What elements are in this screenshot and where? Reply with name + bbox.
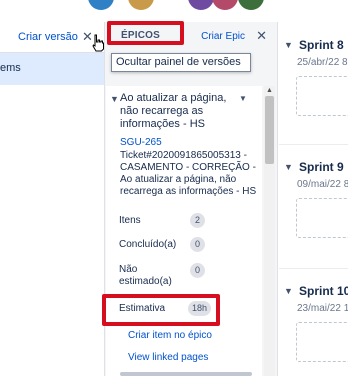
avatar[interactable] — [128, 0, 154, 10]
view-linked-pages-link[interactable]: View linked pages — [128, 352, 208, 363]
sprint-drop-zone[interactable] — [296, 76, 348, 116]
epic-menu-icon[interactable]: ▼ — [239, 94, 247, 103]
sprint-drop-zone[interactable] — [296, 198, 348, 238]
sprint-name: Sprint 8 — [299, 38, 344, 52]
stat-done-count: 0 — [190, 237, 205, 252]
sprint-date: 23/mai/22 1 — [297, 303, 348, 314]
close-epics-panel-icon[interactable]: ✕ — [256, 28, 267, 44]
avatar[interactable] — [212, 0, 238, 10]
avatar[interactable] — [188, 0, 214, 10]
epic-title: Ao atualizar a página, não recarrega as … — [120, 92, 227, 130]
highlight-box-epics-tab — [107, 21, 184, 45]
stat-items-count: 2 — [190, 213, 205, 228]
sprint-date: 25/abr/22 8 — [297, 57, 348, 68]
create-version-link[interactable]: Criar versão — [18, 31, 78, 43]
epic-key-link[interactable]: SGU-265 — [120, 137, 162, 148]
tooltip: Ocultar painel de versões — [111, 53, 251, 72]
version-list-item-label: ems — [0, 62, 21, 74]
stat-items-label: Itens — [119, 215, 141, 226]
scrollbar-thumb[interactable] — [265, 96, 274, 164]
divider — [279, 268, 348, 269]
scroll-up-icon[interactable]: ▲ — [266, 87, 273, 94]
hand-cursor-icon — [92, 34, 104, 52]
highlight-box-estimate — [102, 294, 220, 326]
sprint-date: 09/mai/22 8 — [297, 179, 348, 190]
sprint-drop-zone[interactable] — [296, 322, 348, 362]
stat-done-label: Concluído(a) — [119, 239, 177, 250]
avatar[interactable] — [238, 0, 264, 10]
stat-unestimated-label: Não estimado(a) — [119, 264, 172, 287]
epic-card[interactable]: ▼ Ao atualizar a página, não recarrega a… — [106, 86, 262, 376]
create-item-in-epic-link[interactable]: Criar item no épico — [128, 330, 212, 341]
avatar-group — [88, 0, 278, 10]
sprint-name: Sprint 10 — [299, 284, 348, 298]
epic-description: Ticket#2020091865005313 - CASAMENTO - CO… — [120, 150, 257, 197]
chevron-down-icon[interactable]: ▼ — [284, 40, 293, 50]
sprint-name: Sprint 9 — [299, 160, 344, 174]
create-epic-link[interactable]: Criar Epic — [201, 31, 245, 42]
versions-panel: Criar versão ✕ ems — [0, 0, 106, 376]
horizontal-scrollbar[interactable] — [120, 372, 252, 376]
chevron-down-icon[interactable]: ▼ — [284, 286, 293, 296]
chevron-down-icon[interactable]: ▼ — [110, 94, 119, 104]
version-list-item-selected[interactable]: ems — [0, 53, 106, 85]
stat-unestimated-count: 0 — [190, 263, 205, 278]
divider — [279, 144, 348, 145]
sprint-column: ▼ Sprint 8 25/abr/22 8 ▼ Sprint 9 09/mai… — [279, 22, 348, 376]
chevron-down-icon[interactable]: ▼ — [284, 162, 293, 172]
